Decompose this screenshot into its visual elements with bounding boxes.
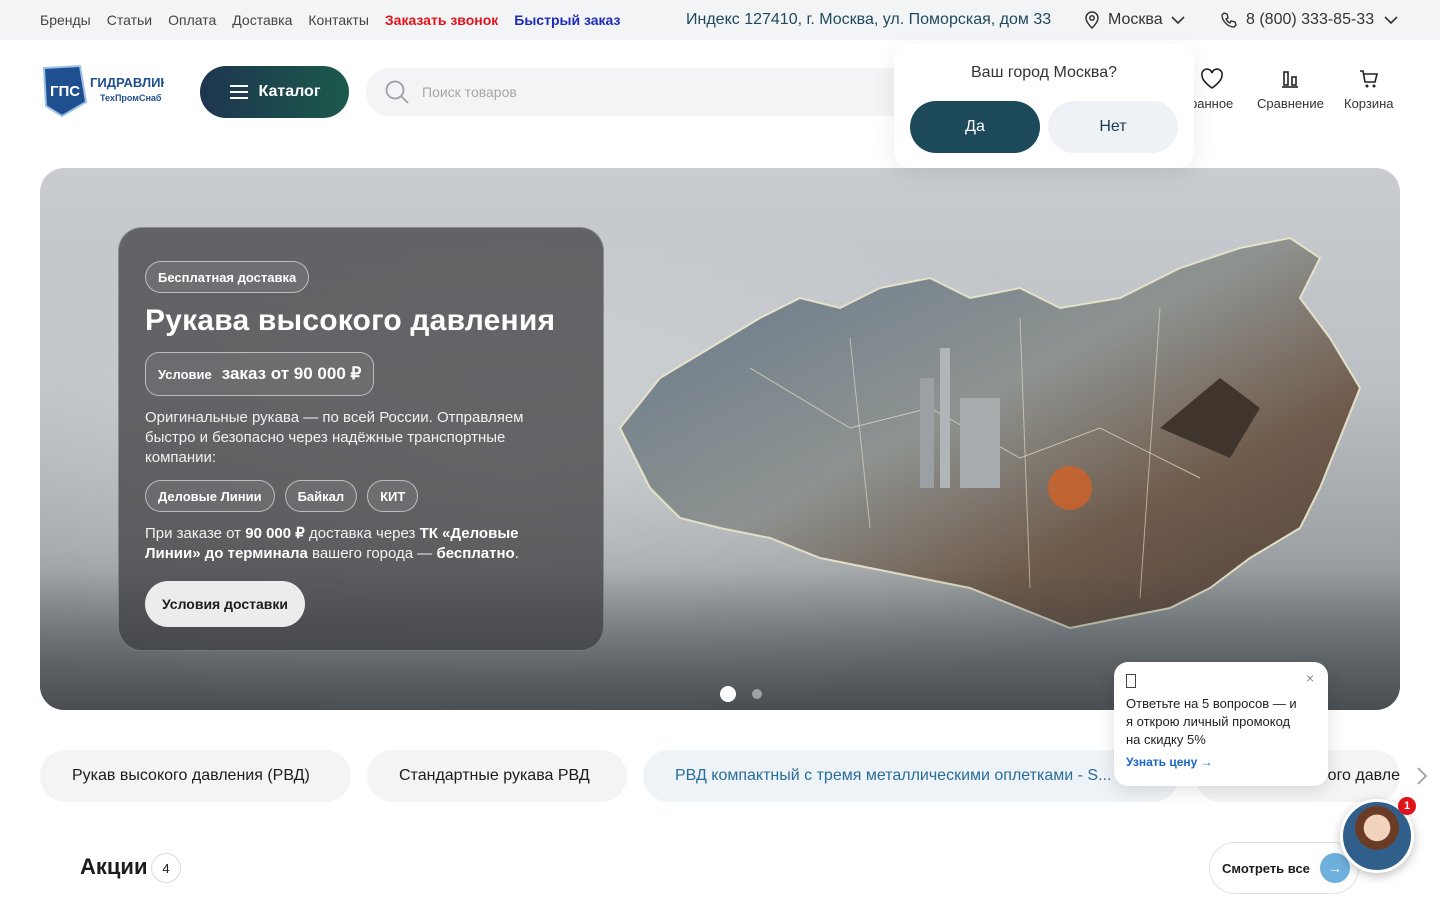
promo-card: Бесплатная доставка Рукава высокого давл… xyxy=(118,227,604,651)
slider-dots xyxy=(720,686,762,702)
quick-order-link[interactable]: Быстрый заказ xyxy=(514,12,620,28)
phone-number: 8 (800) 333-85-33 xyxy=(1246,11,1375,28)
delivery-note: При заказе от 90 000 ₽ доставка через ТК… xyxy=(145,525,519,562)
hero-description: Оригинальные рукава — по всей России. От… xyxy=(145,409,524,466)
carrier-tag: Байкал xyxy=(284,480,358,512)
catalog-label: Каталог xyxy=(258,83,321,100)
nav-contacts[interactable]: Контакты xyxy=(308,12,368,28)
promos-title: Акции xyxy=(80,854,148,879)
city-confirm-popup: Ваш город Москва? Да Нет xyxy=(894,44,1194,168)
category-pill[interactable]: Рукав высокого давления (РВД) xyxy=(40,750,351,802)
chevron-down-icon xyxy=(1382,11,1400,29)
city-question: Ваш город Москва? xyxy=(971,64,1117,81)
hero-banner[interactable]: Бесплатная доставка Рукава высокого давл… xyxy=(40,168,1400,710)
category-pill[interactable]: РВД компактный с тремя металлическими оп… xyxy=(643,750,1179,802)
city-selector[interactable]: Москва xyxy=(1082,0,1187,40)
carrier-tags: Деловые Линии Байкал КИТ xyxy=(145,480,419,512)
location-pin-icon xyxy=(1082,10,1102,30)
city-no-button[interactable]: Нет xyxy=(1048,101,1178,153)
search-icon[interactable] xyxy=(384,79,410,105)
nav-articles[interactable]: Статьи xyxy=(107,12,152,28)
chevron-down-icon xyxy=(1169,11,1187,29)
search-input[interactable] xyxy=(422,84,862,100)
callback-link[interactable]: Заказать звонок xyxy=(385,12,498,28)
slider-dot[interactable] xyxy=(720,686,736,702)
svg-text:ТехПромСнаб: ТехПромСнаб xyxy=(100,93,162,103)
compare-link[interactable]: Сравнение xyxy=(1257,68,1324,111)
store-address: Индекс 127410, г. Москва, ул. Поморская,… xyxy=(686,11,1052,28)
nav-delivery[interactable]: Доставка xyxy=(232,12,292,28)
compare-label: Сравнение xyxy=(1257,96,1324,111)
phone-icon xyxy=(1220,11,1238,29)
condition-badge: Условие заказ от 90 000 ₽ xyxy=(145,352,375,396)
catalog-button[interactable]: Каталог xyxy=(200,66,349,118)
favorites-label: ранное xyxy=(1190,96,1234,111)
free-delivery-chip: Бесплатная доставка xyxy=(145,261,310,293)
site-logo[interactable]: ГПС ГИДРАВЛИК ТехПромСнаб xyxy=(40,62,168,118)
nav-brands[interactable]: Бренды xyxy=(40,12,91,28)
slider-dot[interactable] xyxy=(752,689,762,699)
see-all-label: Смотреть все xyxy=(1222,860,1310,876)
cart-label: Корзина xyxy=(1344,96,1394,111)
svg-text:ГПС: ГПС xyxy=(50,83,80,100)
quiz-price-link[interactable]: Узнать цену → xyxy=(1126,755,1213,769)
category-pill[interactable]: Стандартные рукава РВД xyxy=(367,750,627,802)
chat-notification-badge: 1 xyxy=(1398,797,1416,815)
city-name: Москва xyxy=(1108,11,1163,28)
quiz-text: Ответьте на 5 вопросов — и я открою личн… xyxy=(1126,696,1297,747)
heart-icon xyxy=(1200,68,1224,90)
phone-selector[interactable]: 8 (800) 333-85-33 xyxy=(1220,0,1400,40)
promos-count-badge: 4 xyxy=(151,853,181,883)
condition-label: Условие xyxy=(158,366,212,382)
city-yes-button[interactable]: Да xyxy=(910,101,1040,153)
search-bar[interactable] xyxy=(366,68,926,116)
condition-value: заказ от 90 000 ₽ xyxy=(221,364,362,383)
close-icon[interactable]: × xyxy=(1306,670,1314,686)
top-bar: Бренды Статьи Оплата Доставка Контакты З… xyxy=(0,0,1440,40)
hero-title: Рукава высокого давления xyxy=(145,304,556,337)
menu-icon xyxy=(229,84,249,100)
carrier-tag: Деловые Линии xyxy=(145,480,275,512)
favorites-link[interactable]: ранное xyxy=(1190,68,1233,111)
compare-icon xyxy=(1279,68,1301,90)
svg-text:ГИДРАВЛИК: ГИДРАВЛИК xyxy=(90,75,164,90)
missing-glyph-icon xyxy=(1126,674,1136,688)
carrier-tag: КИТ xyxy=(367,480,419,512)
cart-icon xyxy=(1358,68,1380,90)
see-all-button[interactable]: Смотреть все → xyxy=(1209,842,1359,894)
chevron-right-icon[interactable] xyxy=(1414,764,1430,793)
top-nav: Бренды Статьи Оплата Доставка Контакты З… xyxy=(40,0,620,40)
arrow-right-icon: → xyxy=(1319,853,1350,883)
nav-payment[interactable]: Оплата xyxy=(168,12,216,28)
delivery-terms-button[interactable]: Условия доставки xyxy=(145,581,305,627)
cart-link[interactable]: Корзина xyxy=(1344,68,1394,111)
quiz-popup: × Ответьте на 5 вопросов — и я открою ли… xyxy=(1114,662,1328,786)
